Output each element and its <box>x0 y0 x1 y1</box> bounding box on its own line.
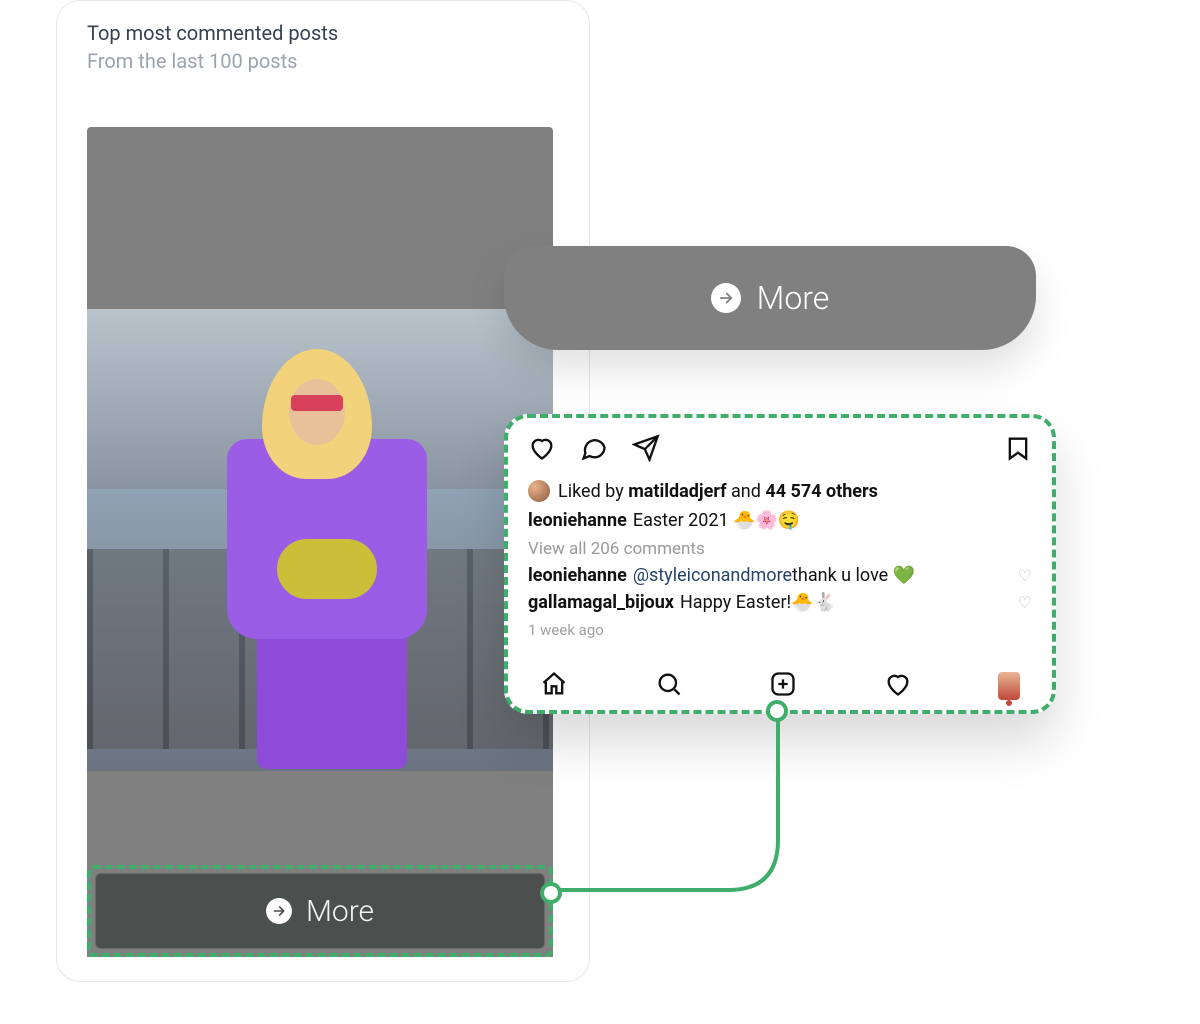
heart-icon[interactable] <box>528 434 556 466</box>
share-icon[interactable] <box>632 434 660 466</box>
ig-likes-row[interactable]: Liked by matildadjerf and 44 574 others <box>528 480 1032 502</box>
heart-outline-icon[interactable]: ♡ <box>1018 566 1032 585</box>
avatar <box>528 480 550 502</box>
connector-node <box>540 882 562 904</box>
ig-tabbar <box>528 662 1032 704</box>
analytics-title: Top most commented posts <box>87 21 559 45</box>
bookmark-icon[interactable] <box>1004 434 1032 466</box>
post-photo <box>87 309 553 771</box>
ig-comment: leoniehanne @styleiconandmore thank u lo… <box>528 565 1032 586</box>
arrow-right-circle-icon <box>711 283 741 313</box>
view-all-comments[interactable]: View all 206 comments <box>528 539 1032 559</box>
add-post-icon[interactable] <box>769 670 797 702</box>
comment-icon[interactable] <box>580 434 608 466</box>
post-thumbnail[interactable]: More <box>87 127 553 957</box>
profile-tab[interactable] <box>998 672 1020 700</box>
ig-comment: gallamagal_bijoux Happy Easter!🐣🐇 ♡ <box>528 592 1032 613</box>
more-button[interactable]: More <box>95 873 545 949</box>
more-pill-label: More <box>757 279 830 317</box>
ig-action-row <box>528 434 1032 466</box>
instagram-post-card: Liked by matildadjerf and 44 574 others … <box>504 414 1056 714</box>
home-icon[interactable] <box>540 670 568 702</box>
heart-outline-icon[interactable]: ♡ <box>1018 593 1032 612</box>
more-button-label: More <box>306 894 374 929</box>
more-button-highlight: More <box>87 865 553 957</box>
connector-node <box>766 700 788 722</box>
more-pill-button[interactable]: More <box>504 246 1036 350</box>
ig-caption: leoniehanneEaster 2021 🐣🌸🤤 <box>528 510 1032 531</box>
arrow-right-circle-icon <box>266 898 292 924</box>
activity-icon[interactable] <box>884 670 912 702</box>
ig-timestamp: 1 week ago <box>528 621 1032 639</box>
likes-text: Liked by matildadjerf and 44 574 others <box>558 481 878 502</box>
search-icon[interactable] <box>655 670 683 702</box>
analytics-subtitle: From the last 100 posts <box>87 49 559 73</box>
